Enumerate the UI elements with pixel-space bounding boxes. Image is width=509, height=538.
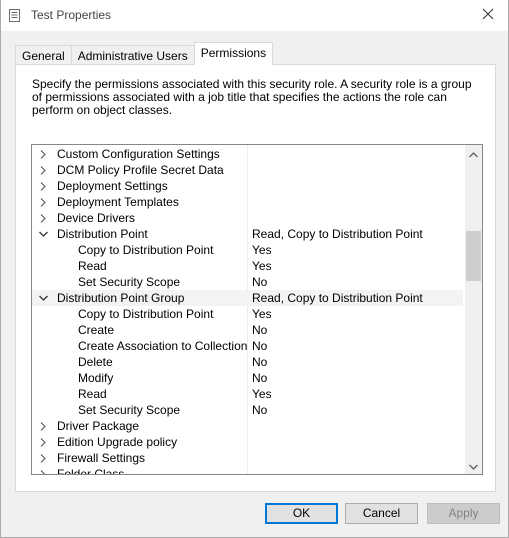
permissions-description: Specify the permissions associated with … [32,77,472,117]
tree-row-name: Deployment Templates [57,195,179,209]
tree-row-name: Read [78,259,107,273]
tab-general[interactable]: General [15,45,72,65]
tree-row-name: Modify [78,371,114,385]
tree-category-row[interactable]: Edition Upgrade policy [32,434,463,450]
close-icon [482,8,494,23]
tree-permission-row[interactable]: Copy to Distribution Point Yes [32,242,463,258]
tree-row-value: Yes [252,387,272,401]
tree-row-name: Create [78,323,115,337]
tree-row-name: Set Security Scope [78,403,181,417]
tree-row-name: Custom Configuration Settings [57,147,220,161]
tree-row-value: No [252,275,268,289]
tree-category-row[interactable]: Distribution Point Group Read, Copy to Di… [32,290,463,306]
tree-row-name: DCM Policy Profile Secret Data [57,163,224,177]
ok-button[interactable]: OK [265,503,338,524]
chevron-down-icon[interactable] [36,290,50,306]
tree-category-row[interactable]: Driver Package [32,418,463,434]
chevron-right-icon[interactable] [36,146,50,162]
tree-row-name: Delete [78,355,113,369]
chevron-up-icon [469,147,478,161]
tree-category-row[interactable]: DCM Policy Profile Secret Data [32,162,463,178]
properties-dialog: Test Properties General Administrative U… [0,0,509,538]
tree-category-row[interactable]: Folder Class [32,466,463,475]
tree-row-name: Copy to Distribution Point [78,243,214,257]
permissions-panel: Specify the permissions associated with … [15,64,496,492]
title-bar: Test Properties [1,0,508,31]
tree-permission-row[interactable]: Set Security Scope No [32,274,463,290]
tree-row-name: Set Security Scope [78,275,181,289]
tree-row-name: Create Association to Collection [78,339,248,353]
tab-strip: General Administrative Users Permissions [15,42,274,65]
tree-category-row[interactable]: Custom Configuration Settings [32,146,463,162]
tree-category-row[interactable]: Deployment Settings [32,178,463,194]
tree-permission-row[interactable]: Delete No [32,354,463,370]
tree-category-row[interactable]: Firewall Settings [32,450,463,466]
permissions-tree[interactable]: Custom Configuration Settings DCM Policy … [31,144,483,475]
tree-row-value: Read, Copy to Distribution Point [252,227,423,241]
tree-row-value: No [252,403,268,417]
window-title: Test Properties [31,8,112,22]
properties-sheet-icon [8,9,21,22]
chevron-right-icon[interactable] [36,450,50,466]
tree-permission-row[interactable]: Modify No [32,370,463,386]
scrollbar-thumb[interactable] [466,231,481,281]
apply-button[interactable]: Apply [427,503,500,524]
tree-row-name: Copy to Distribution Point [78,307,214,321]
tree-row-value: Read, Copy to Distribution Point [252,291,423,305]
tree-row-value: Yes [252,243,272,257]
tree-row-value: No [252,371,268,385]
tree-row-name: Read [78,387,107,401]
chevron-right-icon[interactable] [36,418,50,434]
tree-permission-row[interactable]: Create No [32,322,463,338]
tree-row-name: Driver Package [57,419,140,433]
chevron-right-icon[interactable] [36,194,50,210]
scroll-down-button[interactable] [465,457,482,474]
close-button[interactable] [468,0,508,31]
tree-row-name: Device Drivers [57,211,136,225]
tree-row-value: Yes [252,259,272,273]
scroll-up-button[interactable] [465,145,482,162]
chevron-right-icon[interactable] [36,210,50,226]
tree-row-name: Firewall Settings [57,451,146,465]
tree-row-name: Distribution Point [57,227,148,241]
tree-category-row[interactable]: Distribution Point Read, Copy to Distribu… [32,226,463,242]
tree-row-value: No [252,323,268,337]
tree-row-name: Folder Class [57,467,125,475]
chevron-right-icon[interactable] [36,178,50,194]
tree-permission-row[interactable]: Create Association to Collection No [32,338,463,354]
tree-row-value: No [252,339,268,353]
tree-permission-row[interactable]: Read Yes [32,258,463,274]
chevron-right-icon[interactable] [36,434,50,450]
tree-row-value: No [252,355,268,369]
tree-category-row[interactable]: Device Drivers [32,210,463,226]
tree-row-name: Deployment Settings [57,179,168,193]
tree-permission-row[interactable]: Copy to Distribution Point Yes [32,306,463,322]
tree-permission-row[interactable]: Set Security Scope No [32,402,463,418]
tab-administrative-users[interactable]: Administrative Users [70,45,195,65]
tab-permissions[interactable]: Permissions [193,42,274,65]
chevron-down-icon [469,459,478,473]
cancel-button[interactable]: Cancel [345,503,418,524]
tree-row-name: Edition Upgrade policy [57,435,178,449]
tree-permission-row[interactable]: Read Yes [32,386,463,402]
tree-category-row[interactable]: Deployment Templates [32,194,463,210]
tree-row-value: Yes [252,307,272,321]
vertical-scrollbar[interactable] [465,145,482,474]
chevron-down-icon[interactable] [36,226,50,242]
chevron-right-icon[interactable] [36,162,50,178]
chevron-right-icon[interactable] [36,466,50,474]
tree-row-name: Distribution Point Group [57,291,185,305]
